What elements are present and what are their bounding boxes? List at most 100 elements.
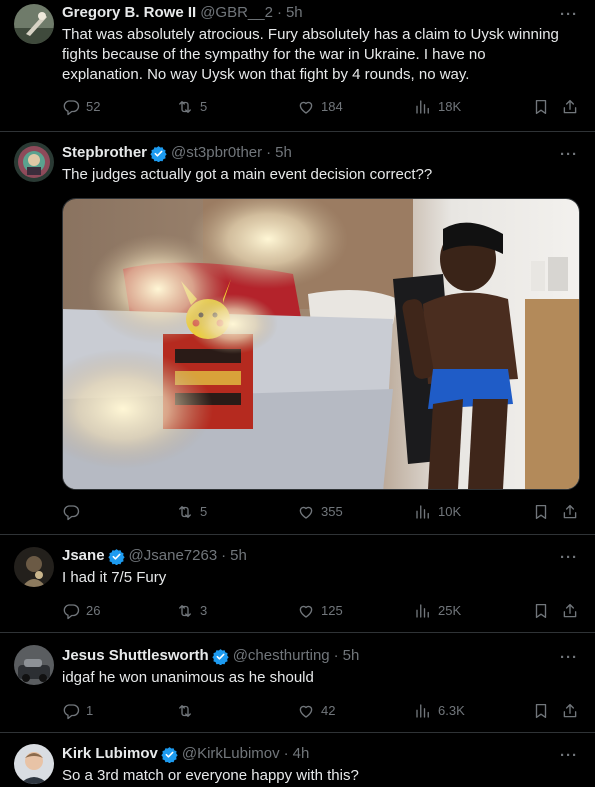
bookmark-icon	[532, 503, 550, 521]
display-name[interactable]: Jesus Shuttlesworth	[62, 646, 209, 666]
share-icon	[561, 702, 579, 720]
share-button[interactable]	[561, 97, 585, 117]
retweet-button[interactable]: 5	[176, 97, 207, 117]
avatar[interactable]	[14, 4, 54, 44]
tweet-text: idgaf he won unanimous as he should	[62, 668, 581, 688]
like-icon	[297, 702, 315, 720]
timestamp[interactable]: 4h	[293, 744, 310, 764]
views-button[interactable]: 10K	[414, 502, 461, 522]
display-name[interactable]: Kirk Lubimov	[62, 744, 158, 764]
timestamp[interactable]: 5h	[286, 3, 303, 23]
retweet-button[interactable]	[176, 701, 200, 721]
like-button[interactable]: 42	[297, 701, 335, 721]
reply-button[interactable]: 52	[62, 97, 100, 117]
avatar[interactable]	[14, 547, 54, 587]
like-count: 125	[321, 603, 343, 618]
like-count: 42	[321, 703, 336, 718]
user-handle[interactable]: @st3pbr0ther	[171, 143, 262, 163]
more-icon[interactable]: ···	[559, 745, 579, 765]
avatar[interactable]	[14, 744, 54, 784]
views-icon	[414, 602, 432, 620]
user-handle[interactable]: @KirkLubimov	[182, 744, 280, 764]
views-icon	[414, 503, 432, 521]
tweet-actions: 5 355 10K	[62, 502, 581, 522]
bookmark-button[interactable]	[532, 97, 556, 117]
retweet-icon	[176, 602, 194, 620]
tweet[interactable]: Kirk Lubimov @KirkLubimov · 4h ··· So a …	[0, 733, 595, 787]
tweet[interactable]: Stepbrother @st3pbr0ther · 5h ··· The ju…	[0, 132, 595, 535]
separator-dot: ·	[283, 745, 289, 762]
bookmark-button[interactable]	[532, 601, 556, 621]
share-icon	[561, 602, 579, 620]
tweet-text-line: I had it 7/5 Fury	[62, 569, 167, 586]
avatar[interactable]	[14, 645, 54, 685]
like-button[interactable]: 125	[297, 601, 343, 621]
bookmark-button[interactable]	[532, 701, 556, 721]
views-button[interactable]: 6.3K	[414, 701, 465, 721]
tweet-text-line: idgaf he won unanimous as he should	[62, 669, 314, 686]
verified-badge-icon	[161, 746, 178, 763]
views-button[interactable]: 18K	[414, 97, 461, 117]
tweet-text: So a 3rd match or everyone happy with th…	[62, 766, 581, 786]
user-handle[interactable]: @Jsane7263	[129, 546, 218, 566]
reply-icon	[62, 98, 80, 116]
tweet[interactable]: Jsane @Jsane7263 · 5h ··· I had it 7/5 F…	[0, 535, 595, 633]
more-icon[interactable]: ···	[559, 647, 579, 667]
views-icon	[414, 702, 432, 720]
user-handle[interactable]: @chesthurting	[233, 646, 330, 666]
verified-badge-icon	[150, 145, 167, 162]
more-icon[interactable]: ···	[559, 547, 579, 567]
views-icon	[414, 98, 432, 116]
bookmark-button[interactable]	[532, 502, 556, 522]
bookmark-icon	[532, 602, 550, 620]
reply-button[interactable]: 26	[62, 601, 100, 621]
reply-icon	[62, 602, 80, 620]
tweet-text: I had it 7/5 Fury	[62, 568, 581, 588]
separator-dot: ·	[266, 144, 272, 161]
bookmark-icon	[532, 98, 550, 116]
tweet-text-line: That was absolutely atrocious. Fury abso…	[62, 26, 559, 43]
view-count: 10K	[438, 504, 462, 519]
retweet-count: 5	[200, 504, 208, 519]
share-button[interactable]	[561, 601, 585, 621]
tweet[interactable]: Jesus Shuttlesworth @chesthurting · 5h ·…	[0, 633, 595, 733]
tweet-media-image[interactable]	[62, 198, 580, 490]
reply-button[interactable]: 1	[62, 701, 93, 721]
timestamp[interactable]: 5h	[343, 646, 360, 666]
reply-count: 1	[86, 703, 94, 718]
share-button[interactable]	[561, 701, 585, 721]
retweet-icon	[176, 98, 194, 116]
retweet-button[interactable]: 3	[176, 601, 207, 621]
timestamp[interactable]: 5h	[230, 546, 247, 566]
avatar[interactable]	[14, 142, 54, 182]
reply-button[interactable]	[62, 502, 86, 522]
reply-icon	[62, 702, 80, 720]
more-icon[interactable]: ···	[559, 4, 579, 24]
tweet-text: That was absolutely atrocious. Fury abso…	[62, 25, 581, 85]
bookmark-icon	[532, 702, 550, 720]
like-button[interactable]: 355	[297, 502, 343, 522]
retweet-button[interactable]: 5	[176, 502, 207, 522]
user-handle[interactable]: @GBR__2	[200, 3, 273, 23]
share-icon	[561, 98, 579, 116]
like-button[interactable]: 184	[297, 97, 343, 117]
media-image	[63, 199, 579, 489]
like-icon	[297, 602, 315, 620]
tweet[interactable]: Gregory B. Rowe II @GBR__2 · 5h ··· That…	[0, 0, 595, 132]
separator-dot: ·	[276, 4, 282, 21]
view-count: 18K	[438, 99, 462, 114]
share-button[interactable]	[561, 502, 585, 522]
views-button[interactable]: 25K	[414, 601, 461, 621]
timestamp[interactable]: 5h	[275, 143, 292, 163]
display-name[interactable]: Gregory B. Rowe II	[62, 3, 196, 23]
more-icon[interactable]: ···	[559, 144, 579, 164]
display-name[interactable]: Jsane	[62, 546, 105, 566]
like-icon	[297, 503, 315, 521]
view-count: 25K	[438, 603, 462, 618]
reply-count: 52	[86, 99, 101, 114]
tweet-text-line: explanation. No way Uysk won that fight …	[62, 66, 470, 83]
display-name[interactable]: Stepbrother	[62, 143, 147, 163]
reply-count: 26	[86, 603, 101, 618]
like-count: 355	[321, 504, 343, 519]
retweet-count: 5	[200, 99, 208, 114]
